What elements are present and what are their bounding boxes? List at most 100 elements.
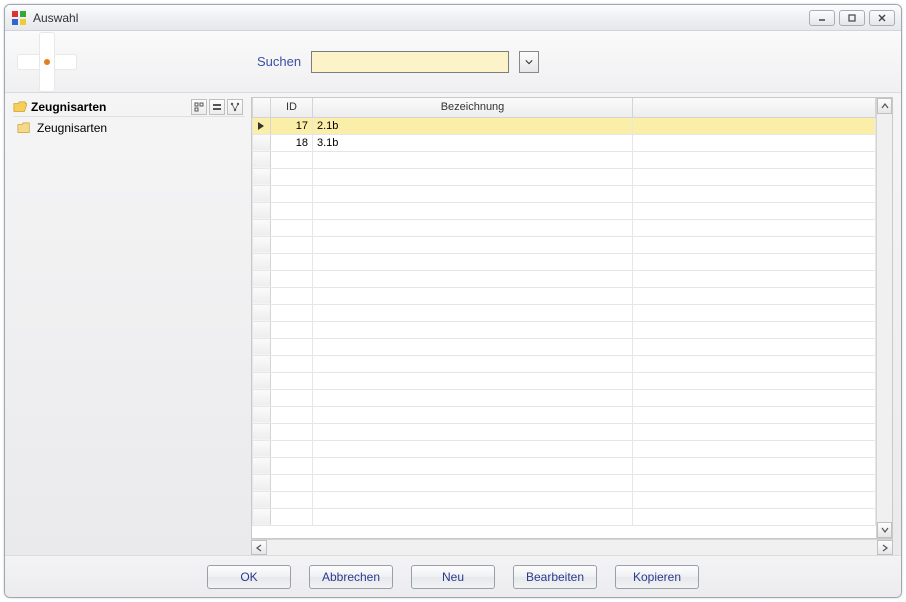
- cell-id: [271, 304, 313, 321]
- cell-id: [271, 287, 313, 304]
- search-row: Suchen: [257, 51, 539, 73]
- row-marker[interactable]: [253, 117, 271, 134]
- cell-spacer: [633, 304, 876, 321]
- horizontal-scrollbar[interactable]: [251, 539, 893, 555]
- row-marker: [253, 338, 271, 355]
- cell-spacer: [633, 117, 876, 134]
- grid-panel: ID Bezeichnung 172.1b183.1b: [251, 97, 893, 555]
- data-grid[interactable]: ID Bezeichnung 172.1b183.1b: [252, 98, 876, 526]
- scroll-up-button[interactable]: [877, 98, 892, 114]
- cell-spacer: [633, 168, 876, 185]
- cell-bezeichnung: [313, 304, 633, 321]
- cell-id: [271, 185, 313, 202]
- cell-bezeichnung: [313, 253, 633, 270]
- cell-bezeichnung: [313, 355, 633, 372]
- cell-bezeichnung: [313, 168, 633, 185]
- new-button[interactable]: Neu: [411, 565, 495, 589]
- cell-spacer: [633, 219, 876, 236]
- cell-bezeichnung[interactable]: 2.1b: [313, 117, 633, 134]
- row-marker: [253, 389, 271, 406]
- tree-expand-all-button[interactable]: [191, 99, 207, 115]
- search-input[interactable]: [311, 51, 509, 73]
- scroll-left-button[interactable]: [251, 540, 267, 555]
- cell-spacer: [633, 185, 876, 202]
- table-row: [253, 287, 876, 304]
- tree-header: Zeugnisarten: [13, 97, 245, 117]
- row-marker: [253, 236, 271, 253]
- row-marker: [253, 355, 271, 372]
- cell-spacer: [633, 355, 876, 372]
- tree-collapse-all-button[interactable]: [209, 99, 225, 115]
- row-marker: [253, 321, 271, 338]
- scroll-right-button[interactable]: [877, 540, 893, 555]
- ok-button[interactable]: OK: [207, 565, 291, 589]
- copy-button[interactable]: Kopieren: [615, 565, 699, 589]
- grid-header-bezeichnung[interactable]: Bezeichnung: [313, 98, 633, 117]
- minimize-button[interactable]: [809, 10, 835, 26]
- tree-item[interactable]: Zeugnisarten: [13, 119, 245, 137]
- table-row: [253, 389, 876, 406]
- cell-bezeichnung: [313, 508, 633, 525]
- cell-spacer: [633, 134, 876, 151]
- table-row: [253, 457, 876, 474]
- table-row: [253, 406, 876, 423]
- table-row: [253, 355, 876, 372]
- tree-hierarchy-button[interactable]: [227, 99, 243, 115]
- cell-id: [271, 508, 313, 525]
- table-row: [253, 304, 876, 321]
- cell-spacer: [633, 202, 876, 219]
- close-button[interactable]: [869, 10, 895, 26]
- tree-item-label: Zeugnisarten: [37, 121, 107, 135]
- tree-panel: Zeugnisarten Zeugnisarten: [13, 97, 245, 555]
- table-row[interactable]: 172.1b: [253, 117, 876, 134]
- cell-bezeichnung: [313, 338, 633, 355]
- cell-bezeichnung: [313, 389, 633, 406]
- cell-id[interactable]: 17: [271, 117, 313, 134]
- edit-button[interactable]: Bearbeiten: [513, 565, 597, 589]
- table-row: [253, 168, 876, 185]
- titlebar[interactable]: Auswahl: [5, 5, 901, 31]
- cell-id: [271, 321, 313, 338]
- cell-spacer: [633, 372, 876, 389]
- cell-bezeichnung[interactable]: 3.1b: [313, 134, 633, 151]
- cell-id: [271, 355, 313, 372]
- table-row[interactable]: 183.1b: [253, 134, 876, 151]
- grid-header-marker[interactable]: [253, 98, 271, 117]
- cell-id: [271, 440, 313, 457]
- cell-spacer: [633, 406, 876, 423]
- cell-spacer: [633, 508, 876, 525]
- cell-spacer: [633, 151, 876, 168]
- cell-id: [271, 474, 313, 491]
- vertical-scrollbar[interactable]: [876, 98, 892, 538]
- cell-spacer: [633, 423, 876, 440]
- row-marker[interactable]: [253, 134, 271, 151]
- grid-scroll-area[interactable]: ID Bezeichnung 172.1b183.1b: [252, 98, 876, 538]
- cell-bezeichnung: [313, 151, 633, 168]
- grid-header-id[interactable]: ID: [271, 98, 313, 117]
- table-row: [253, 508, 876, 525]
- cell-bezeichnung: [313, 440, 633, 457]
- table-row: [253, 440, 876, 457]
- maximize-button[interactable]: [839, 10, 865, 26]
- toolbar: Suchen: [5, 31, 901, 93]
- scroll-down-button[interactable]: [877, 522, 892, 538]
- cell-bezeichnung: [313, 457, 633, 474]
- folder-open-icon: [13, 101, 27, 113]
- row-marker: [253, 372, 271, 389]
- cell-spacer: [633, 440, 876, 457]
- cell-id: [271, 372, 313, 389]
- tree-header-label: Zeugnisarten: [31, 100, 106, 114]
- tree-list: Zeugnisarten: [13, 117, 245, 555]
- table-row: [253, 151, 876, 168]
- search-dropdown-button[interactable]: [519, 51, 539, 73]
- cell-id: [271, 423, 313, 440]
- cancel-button[interactable]: Abbrechen: [309, 565, 393, 589]
- row-marker: [253, 440, 271, 457]
- cell-spacer: [633, 491, 876, 508]
- cell-id[interactable]: 18: [271, 134, 313, 151]
- cell-id: [271, 219, 313, 236]
- grid-header-spacer: [633, 98, 876, 117]
- table-row: [253, 491, 876, 508]
- table-row: [253, 236, 876, 253]
- row-marker: [253, 287, 271, 304]
